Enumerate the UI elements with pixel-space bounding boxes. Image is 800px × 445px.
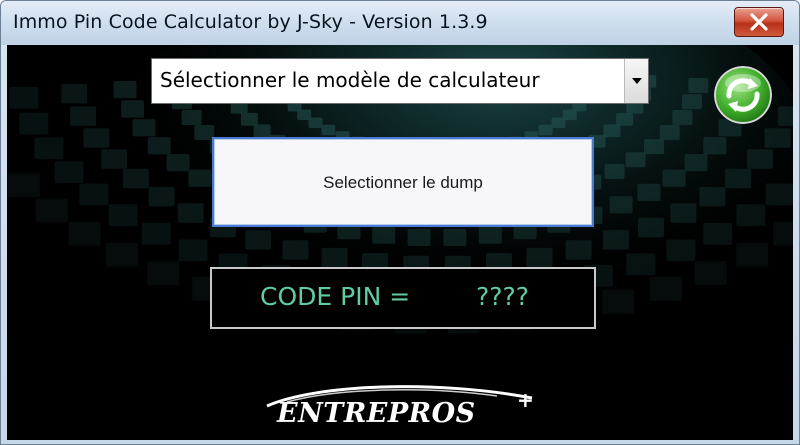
background-tile <box>644 139 664 155</box>
close-button[interactable] <box>734 7 784 37</box>
background-tile <box>178 239 208 262</box>
background-tile <box>121 100 145 118</box>
background-tile <box>9 86 39 109</box>
background-tile <box>181 110 202 125</box>
background-tile <box>538 124 553 136</box>
background-tile <box>670 203 697 223</box>
background-tile <box>777 106 793 126</box>
background-tile <box>682 94 702 110</box>
background-tile <box>684 154 708 172</box>
background-tile <box>604 164 625 179</box>
background-tile <box>35 198 68 223</box>
logo-text: ENTREPROS <box>277 398 476 429</box>
title-bar[interactable]: Immo Pin Code Calculator by J-Sky - Vers… <box>1 1 799 45</box>
background-tile <box>372 226 396 244</box>
background-tile <box>765 183 793 206</box>
model-select[interactable]: Sélectionner le modèle de calculateur <box>151 58 649 104</box>
background-tile <box>603 124 621 138</box>
background-tile <box>282 240 309 260</box>
model-select-dropdown-button[interactable] <box>624 59 648 103</box>
background-tile <box>764 128 791 148</box>
background-tile <box>703 137 727 155</box>
background-tile <box>443 228 467 246</box>
background-tile <box>666 239 696 262</box>
background-tile <box>61 83 88 104</box>
background-tile <box>79 183 109 206</box>
background-tile <box>602 289 635 314</box>
background-tile <box>7 173 40 198</box>
background-tile <box>565 240 592 260</box>
background-tile <box>736 204 766 227</box>
background-tile <box>649 276 682 301</box>
background-tile <box>83 128 110 148</box>
background-tile <box>609 196 633 214</box>
app-window: Immo Pin Code Calculator by J-Sky - Vers… <box>0 0 800 445</box>
background-tile <box>147 137 171 155</box>
background-tile <box>551 117 566 128</box>
background-tile <box>54 161 84 183</box>
window-title: Immo Pin Code Calculator by J-Sky - Vers… <box>13 11 488 33</box>
background-tile <box>105 242 138 267</box>
background-tile <box>638 217 664 238</box>
background-tile <box>240 112 258 126</box>
background-tile <box>113 81 137 99</box>
background-tile <box>688 78 709 93</box>
background-tile <box>19 112 49 135</box>
select-dump-button[interactable]: Selectionner le dump <box>212 137 594 227</box>
background-tile <box>736 242 769 267</box>
background-tile <box>321 247 348 268</box>
background-tile <box>68 221 101 246</box>
background-tile <box>34 137 64 160</box>
background-tile <box>773 221 793 246</box>
background-tile <box>602 230 629 250</box>
background-tile <box>526 247 553 268</box>
background-tile <box>625 152 646 168</box>
pin-code-label: CODE PIN = <box>260 282 411 311</box>
background-tile <box>699 186 726 207</box>
background-tile <box>616 112 634 126</box>
refresh-button[interactable] <box>714 66 772 124</box>
select-dump-label: Selectionner le dump <box>323 173 483 192</box>
background-tile <box>746 149 773 169</box>
background-tile <box>147 261 180 286</box>
background-tile <box>407 228 431 246</box>
background-tile <box>141 223 171 245</box>
main-panel: Sélectionner le modèle de calculateur Se… <box>7 45 793 440</box>
background-tile <box>188 169 212 187</box>
background-tile <box>694 261 727 286</box>
background-tile <box>703 223 733 245</box>
close-icon <box>750 13 768 31</box>
background-tile <box>659 125 680 140</box>
chevron-down-icon <box>632 78 642 84</box>
background-tile <box>637 183 661 201</box>
logo-plus: + <box>517 388 534 412</box>
background-tile <box>662 169 686 187</box>
pin-code-display: CODE PIN = ???? <box>210 267 596 329</box>
background-tile <box>70 106 97 126</box>
background-tile <box>122 168 149 189</box>
background-tile <box>672 110 693 125</box>
background-tile <box>626 253 656 276</box>
background-tile <box>132 119 156 137</box>
background-tile <box>108 204 138 227</box>
pin-code-value: ???? <box>476 282 530 311</box>
refresh-icon <box>714 66 772 124</box>
model-select-value: Sélectionner le modèle de calculateur <box>160 68 540 92</box>
background-tile <box>245 230 272 250</box>
background-tile <box>166 154 190 172</box>
background-tile <box>177 203 204 223</box>
background-tile <box>148 186 175 207</box>
background-tile <box>321 124 336 136</box>
background-tile <box>101 149 128 169</box>
background-tile <box>253 124 271 138</box>
background-tile <box>725 168 752 189</box>
background-tile <box>478 226 502 244</box>
entrepros-logo: ENTREPROS + <box>247 380 557 438</box>
